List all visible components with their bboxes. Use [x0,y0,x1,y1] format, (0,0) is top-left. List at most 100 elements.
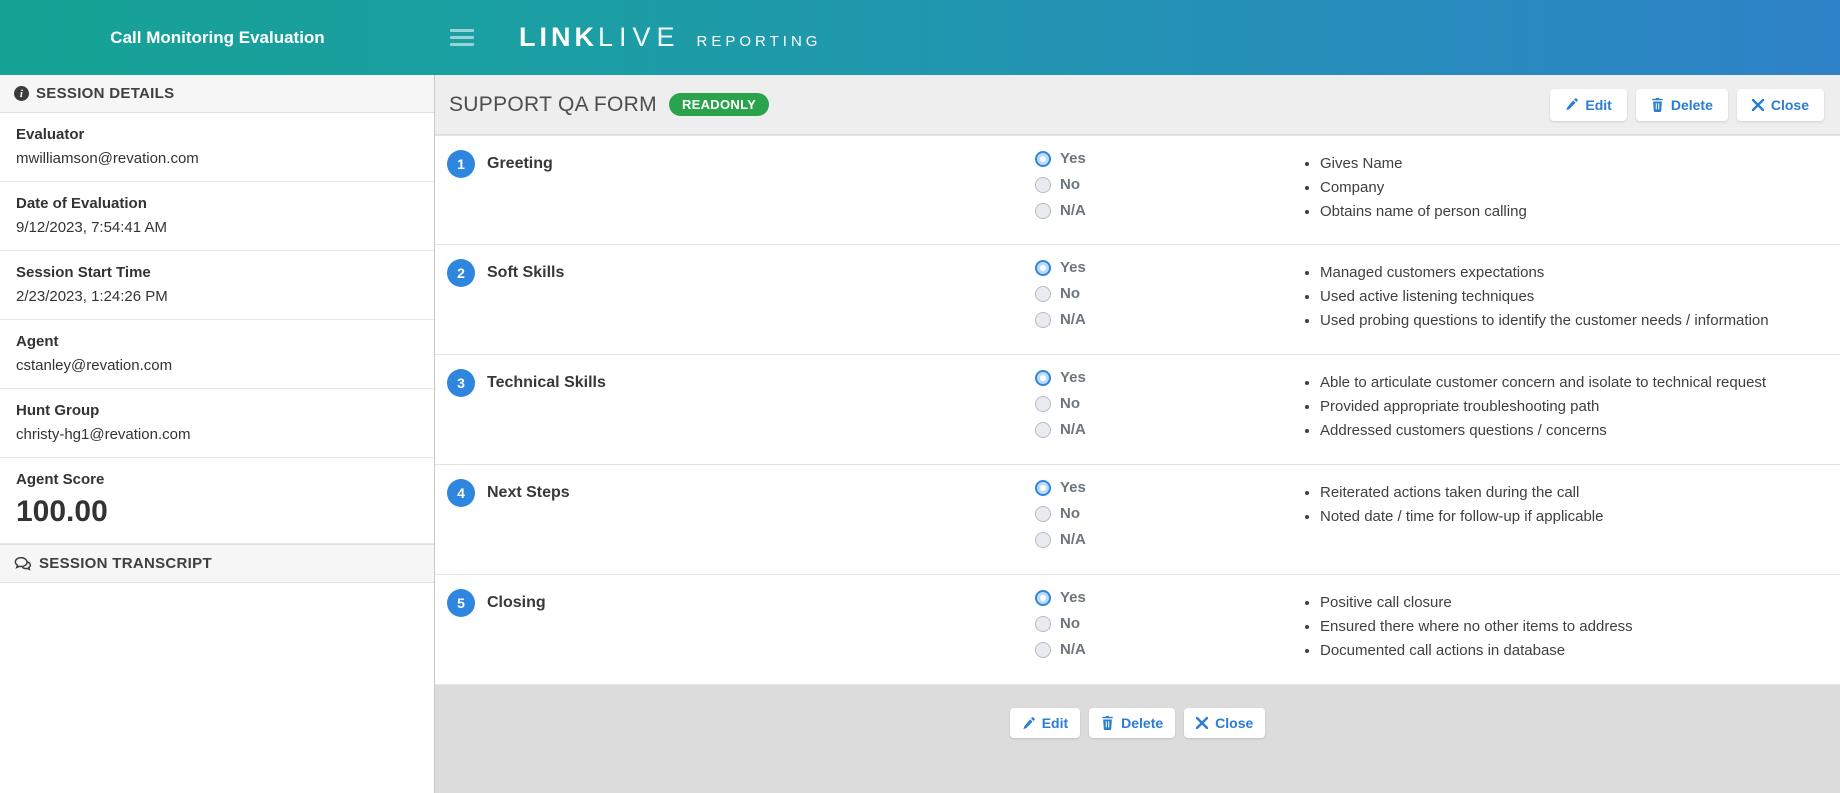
radio-option-label: N/A [1060,641,1086,658]
radio-option-no[interactable]: No [1035,176,1290,193]
criteria-item: Able to articulate customer concern and … [1320,371,1840,395]
pencil-icon [1565,98,1578,111]
session-details-header[interactable]: i SESSION DETAILS [0,75,434,113]
close-button-label: Close [1771,97,1809,113]
session-field-value: mwilliamson@revation.com [16,150,418,167]
question-number-badge: 1 [447,150,475,178]
session-sidebar: i SESSION DETAILS Evaluator mwilliamson@… [0,75,435,793]
radio-option-label: N/A [1060,531,1086,548]
radio-circle[interactable] [1035,506,1051,522]
session-fields: Evaluator mwilliamson@revation.com Date … [0,113,434,458]
trash-icon [1101,716,1114,730]
question-head: 4 Next Steps [435,479,1035,574]
radio-group: Yes No N/A [1035,369,1290,464]
question-label: Closing [487,589,546,617]
radio-circle[interactable] [1035,260,1051,276]
radio-option-yes[interactable]: Yes [1035,589,1290,606]
radio-option-no[interactable]: No [1035,505,1290,522]
radio-group: Yes No N/A [1035,259,1290,354]
radio-circle[interactable] [1035,177,1051,193]
radio-circle[interactable] [1035,616,1051,632]
criteria-list: Positive call closureEnsured there where… [1290,591,1840,684]
session-transcript-header[interactable]: SESSION TRANSCRIPT [0,544,434,583]
criteria-item: Noted date / time for follow-up if appli… [1320,505,1840,529]
criteria-item: Gives Name [1320,152,1840,176]
radio-option-label: No [1060,285,1080,302]
radio-circle[interactable] [1035,286,1051,302]
radio-option-na[interactable]: N/A [1035,531,1290,548]
close-button[interactable]: Close [1737,89,1824,121]
session-transcript-title: SESSION TRANSCRIPT [39,555,212,572]
session-field: Hunt Group christy-hg1@revation.com [0,389,434,458]
session-field-label: Date of Evaluation [16,195,418,212]
radio-group: Yes No N/A [1035,589,1290,684]
question-label: Next Steps [487,479,570,507]
criteria-item: Ensured there where no other items to ad… [1320,615,1840,639]
question-row: 1 Greeting YesNoN/A Gives NameCompanyObt… [435,135,1840,245]
app-window: Call Monitoring Evaluation LINK LIVE REP… [0,0,1840,793]
question-row: 3 Technical Skills YesNoN/A Able to arti… [435,355,1840,465]
edit-button-bottom[interactable]: Edit [1010,708,1080,738]
radio-option-no[interactable]: No [1035,395,1290,412]
close-button-bottom[interactable]: Close [1184,708,1265,738]
radio-circle[interactable] [1035,642,1051,658]
logo-text-primary: LINK [519,22,598,53]
criteria-item: Documented call actions in database [1320,639,1840,663]
session-field: Agent cstanley@revation.com [0,320,434,389]
radio-option-yes[interactable]: Yes [1035,369,1290,386]
main-panel: SUPPORT QA FORM READONLY Edit Delete [435,75,1840,793]
pencil-icon [1022,717,1035,730]
radio-option-label: Yes [1060,259,1086,276]
trash-icon [1651,98,1664,112]
radio-option-yes[interactable]: Yes [1035,259,1290,276]
criteria-item: Managed customers expectations [1320,261,1840,285]
criteria-list: Reiterated actions taken during the call… [1290,481,1840,574]
session-field-label: Agent [16,333,418,350]
radio-option-label: No [1060,615,1080,632]
logo-text-secondary: LIVE [598,22,681,53]
agent-score-value: 100.00 [16,495,418,529]
question-number-badge: 5 [447,589,475,617]
radio-option-na[interactable]: N/A [1035,311,1290,328]
page-title: SUPPORT QA FORM [449,93,657,117]
radio-circle[interactable] [1035,370,1051,386]
question-head: 2 Soft Skills [435,259,1035,354]
delete-button-bottom[interactable]: Delete [1089,708,1175,738]
radio-option-label: No [1060,395,1080,412]
radio-option-na[interactable]: N/A [1035,202,1290,219]
delete-button-label: Delete [1671,97,1713,113]
criteria-list: Able to articulate customer concern and … [1290,371,1840,464]
close-button-label: Close [1215,715,1253,731]
criteria-item: Used probing questions to identify the c… [1320,309,1840,333]
radio-circle[interactable] [1035,203,1051,219]
criteria-item: Addressed customers questions / concerns [1320,419,1840,443]
radio-circle[interactable] [1035,480,1051,496]
x-icon [1196,717,1208,729]
form-title-bar: SUPPORT QA FORM READONLY Edit Delete [435,75,1840,135]
edit-button[interactable]: Edit [1550,89,1626,121]
hamburger-menu-icon[interactable] [450,29,474,46]
radio-option-na[interactable]: N/A [1035,421,1290,438]
radio-circle[interactable] [1035,151,1051,167]
radio-option-label: Yes [1060,479,1086,496]
delete-button-label: Delete [1121,715,1163,731]
radio-option-no[interactable]: No [1035,285,1290,302]
radio-option-yes[interactable]: Yes [1035,150,1290,167]
radio-option-yes[interactable]: Yes [1035,479,1290,496]
radio-circle[interactable] [1035,590,1051,606]
delete-button[interactable]: Delete [1636,89,1728,121]
radio-option-no[interactable]: No [1035,615,1290,632]
radio-option-na[interactable]: N/A [1035,641,1290,658]
radio-circle[interactable] [1035,396,1051,412]
radio-circle[interactable] [1035,532,1051,548]
session-details-title: SESSION DETAILS [36,85,174,102]
radio-circle[interactable] [1035,312,1051,328]
session-field-label: Hunt Group [16,402,418,419]
agent-score-label: Agent Score [16,471,418,488]
comments-icon [14,556,32,571]
x-icon [1752,99,1764,111]
readonly-badge: READONLY [669,93,769,116]
session-field-label: Evaluator [16,126,418,143]
radio-option-label: No [1060,176,1080,193]
radio-circle[interactable] [1035,422,1051,438]
